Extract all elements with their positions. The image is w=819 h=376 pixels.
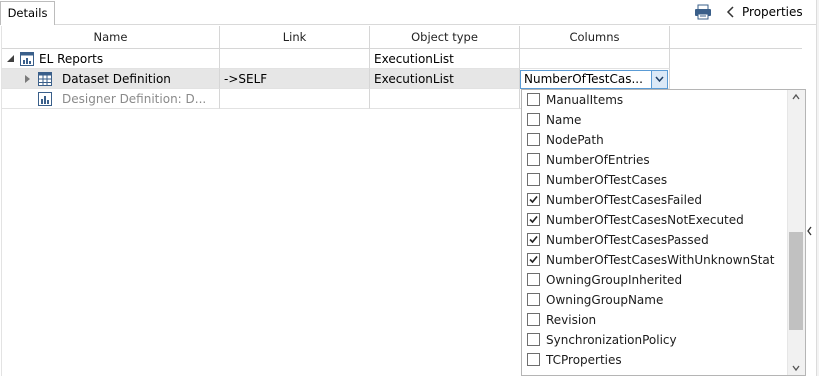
row-name: Dataset Definition	[62, 72, 171, 86]
column-header-filler	[670, 26, 802, 48]
check-icon	[529, 255, 538, 264]
checkbox[interactable]	[527, 353, 540, 366]
checkbox[interactable]	[527, 333, 540, 346]
list-item[interactable]: SynchronizationPolicy	[522, 330, 788, 350]
column-header-object-type[interactable]: Object type	[370, 26, 520, 48]
check-icon	[529, 195, 538, 204]
expanded-arrow-icon[interactable]	[6, 53, 16, 65]
list-item[interactable]: NumberOfTestCasesWithUnknownStat	[522, 250, 788, 270]
column-header-columns[interactable]: Columns	[520, 26, 670, 48]
name-cell[interactable]: Dataset Definition	[2, 69, 220, 89]
scroll-up-icon[interactable]	[791, 93, 801, 101]
combobox-dropdown-button[interactable]	[651, 71, 667, 88]
checkbox[interactable]	[527, 173, 540, 186]
option-label: ManualItems	[546, 93, 624, 107]
tab-details[interactable]: Details	[0, 1, 55, 25]
list-item[interactable]: ManualItems	[522, 90, 788, 110]
column-header-name[interactable]: Name	[2, 26, 220, 48]
checkbox[interactable]	[527, 133, 540, 146]
object-type-cell[interactable]	[370, 89, 520, 109]
option-label: Revision	[546, 313, 597, 327]
column-header-link[interactable]: Link	[220, 26, 370, 48]
combobox-value: NumberOfTestCas...	[524, 72, 643, 86]
option-label: OwningGroupName	[546, 293, 664, 307]
checkbox[interactable]	[527, 213, 540, 226]
scrollbar-thumb[interactable]	[789, 232, 803, 330]
scroll-down-icon[interactable]	[791, 364, 801, 372]
collapsed-arrow-icon[interactable]	[22, 73, 32, 85]
row-name: EL Reports	[39, 52, 104, 66]
option-label: SynchronizationPolicy	[546, 333, 677, 347]
checkbox[interactable]	[527, 193, 540, 206]
list-item[interactable]: NumberOfTestCasesNotExecuted	[522, 210, 788, 230]
list-item[interactable]: OwningGroupInherited	[522, 270, 788, 290]
columns-combobox[interactable]: NumberOfTestCas...	[520, 70, 668, 89]
checkbox[interactable]	[527, 253, 540, 266]
collapse-panel-icon[interactable]	[806, 226, 813, 236]
list-item[interactable]: Revision	[522, 310, 788, 330]
checkbox[interactable]	[527, 273, 540, 286]
list-item[interactable]: NumberOfTestCasesFailed	[522, 190, 788, 210]
list-item[interactable]: NumberOfEntries	[522, 150, 788, 170]
top-bar: Details Properties	[0, 0, 819, 25]
chevron-down-icon	[655, 76, 664, 83]
check-icon	[529, 215, 538, 224]
option-label: NumberOfEntries	[546, 153, 650, 167]
checkbox[interactable]	[527, 153, 540, 166]
properties-button[interactable]: Properties	[742, 4, 803, 20]
link-cell[interactable]	[220, 49, 370, 69]
link-cell[interactable]	[220, 89, 370, 109]
table-row[interactable]: Dataset Definition ->SELF ExecutionList	[2, 69, 802, 89]
report-icon	[20, 52, 34, 66]
checkbox[interactable]	[527, 293, 540, 306]
chart-icon	[38, 92, 52, 106]
columns-cell[interactable]	[520, 49, 670, 69]
table-icon	[38, 72, 52, 86]
table-row[interactable]: EL Reports ExecutionList	[2, 49, 802, 69]
object-type-cell[interactable]: ExecutionList	[370, 49, 520, 69]
checkbox[interactable]	[527, 233, 540, 246]
list-item[interactable]: NumberOfTestCases	[522, 170, 788, 190]
check-icon	[529, 235, 538, 244]
tab-strip-divider	[55, 24, 819, 25]
option-label: NumberOfTestCasesFailed	[546, 193, 702, 207]
option-label: NumberOfTestCases	[546, 173, 668, 187]
option-label: TCProperties	[546, 353, 622, 367]
list-item[interactable]: NodePath	[522, 130, 788, 150]
chevron-left-icon[interactable]	[726, 4, 736, 20]
grid-header: Name Link Object type Columns	[2, 26, 802, 49]
list-item[interactable]: NumberOfTestCasesPassed	[522, 230, 788, 250]
columns-dropdown-list[interactable]: ManualItems Name NodePath NumberOfEntries Nu…	[521, 89, 806, 376]
list-item[interactable]: Name	[522, 110, 788, 130]
print-icon[interactable]	[694, 4, 712, 20]
list-item[interactable]: OwningGroupName	[522, 290, 788, 310]
option-label: NodePath	[546, 133, 604, 147]
option-label: NumberOfTestCasesPassed	[546, 233, 709, 247]
link-cell[interactable]: ->SELF	[220, 69, 370, 89]
checkbox[interactable]	[527, 113, 540, 126]
option-label: NumberOfTestCasesWithUnknownStat	[546, 253, 775, 267]
name-cell[interactable]: EL Reports	[2, 49, 220, 69]
name-cell[interactable]: Designer Definition: D...	[2, 89, 220, 109]
row-name: Designer Definition: D...	[62, 92, 207, 106]
list-item[interactable]: TCProperties	[522, 350, 788, 370]
option-label: NumberOfTestCasesNotExecuted	[546, 213, 744, 227]
option-label: Name	[546, 113, 582, 127]
object-type-cell[interactable]: ExecutionList	[370, 69, 520, 89]
checkbox[interactable]	[527, 313, 540, 326]
checkbox[interactable]	[527, 93, 540, 106]
option-label: OwningGroupInherited	[546, 273, 683, 287]
dropdown-scrollbar[interactable]	[787, 90, 805, 375]
